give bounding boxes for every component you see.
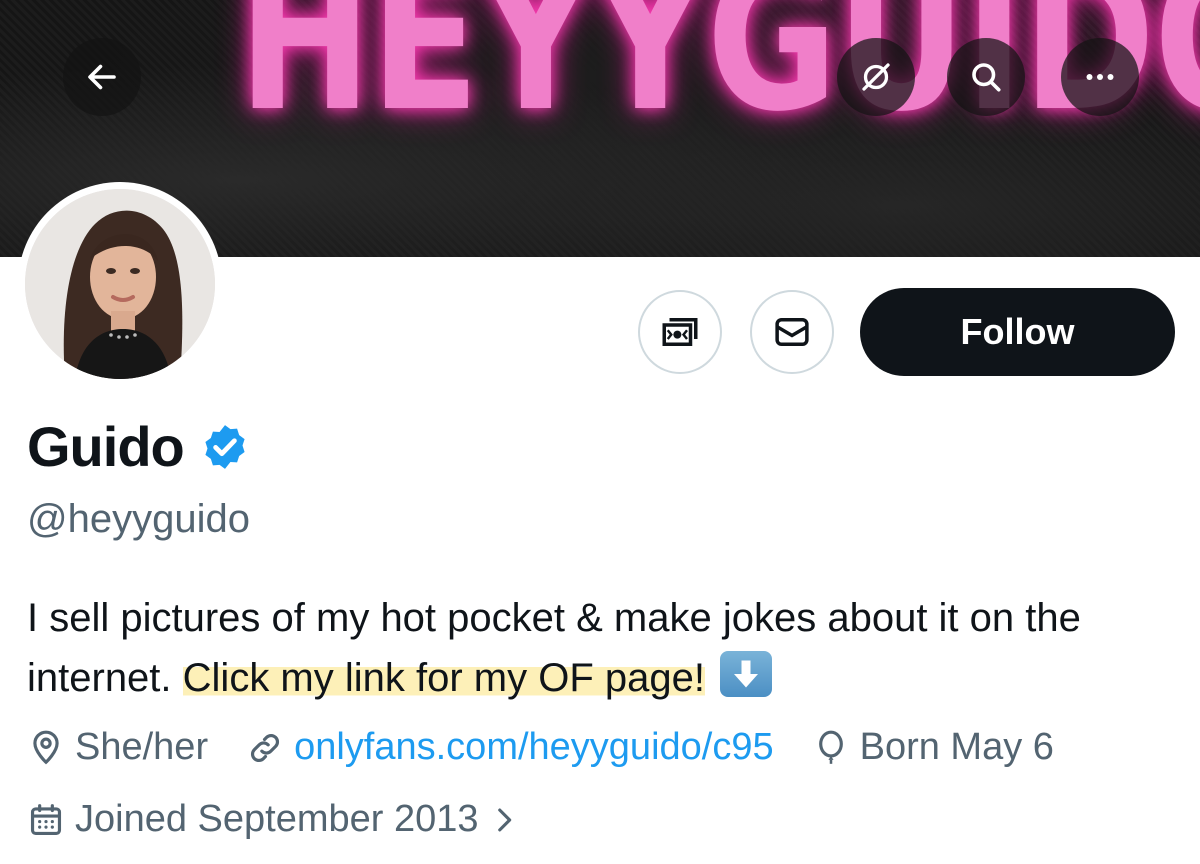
- back-button[interactable]: [63, 38, 141, 116]
- avatar-photo: [25, 189, 215, 379]
- display-name-row: Guido: [27, 414, 250, 479]
- avatar[interactable]: [18, 182, 222, 386]
- bio-highlight-text: Click my link for my OF page!: [182, 656, 705, 700]
- calendar-icon: [30, 803, 62, 835]
- tip-button[interactable]: [638, 290, 722, 374]
- link-icon: [251, 733, 280, 762]
- website-item[interactable]: onlyfans.com/heyyguido/c95: [246, 726, 774, 769]
- grok-button[interactable]: [837, 38, 915, 116]
- more-icon: [1086, 74, 1114, 80]
- joined-item[interactable]: Joined September 2013: [27, 798, 531, 841]
- location-pin-icon: [33, 730, 59, 764]
- follow-button[interactable]: Follow: [860, 288, 1175, 376]
- search-icon: [972, 63, 1001, 92]
- joined-text: Joined September 2013: [75, 798, 479, 840]
- pronouns-text: She/her: [75, 726, 209, 768]
- website-link[interactable]: onlyfans.com/heyyguido/c95: [294, 726, 774, 769]
- arrow-left-icon: [88, 64, 116, 90]
- profile-meta-row: She/her onlyfans.com/heyyguido/c95 Born …: [27, 726, 1092, 769]
- profile-bio: I sell pictures of my hot pocket & make …: [27, 588, 1177, 708]
- search-button[interactable]: [947, 38, 1025, 116]
- verified-badge-icon[interactable]: [200, 422, 250, 472]
- balloon-icon: [818, 730, 843, 764]
- envelope-icon: [775, 318, 809, 346]
- message-button[interactable]: [750, 290, 834, 374]
- display-name: Guido: [27, 415, 185, 478]
- username-handle: @heyyguido: [27, 497, 250, 541]
- down-arrow-emoji-icon: [720, 651, 773, 697]
- money-icon: [662, 318, 698, 346]
- grok-icon: [862, 63, 890, 91]
- birthday-text: Born May 6: [859, 726, 1054, 768]
- pronouns-item: She/her: [27, 726, 208, 769]
- birthday-item: Born May 6: [812, 726, 1054, 769]
- chevron-right-icon: [497, 808, 511, 831]
- joined-row[interactable]: Joined September 2013: [27, 798, 569, 841]
- more-button[interactable]: [1061, 38, 1139, 116]
